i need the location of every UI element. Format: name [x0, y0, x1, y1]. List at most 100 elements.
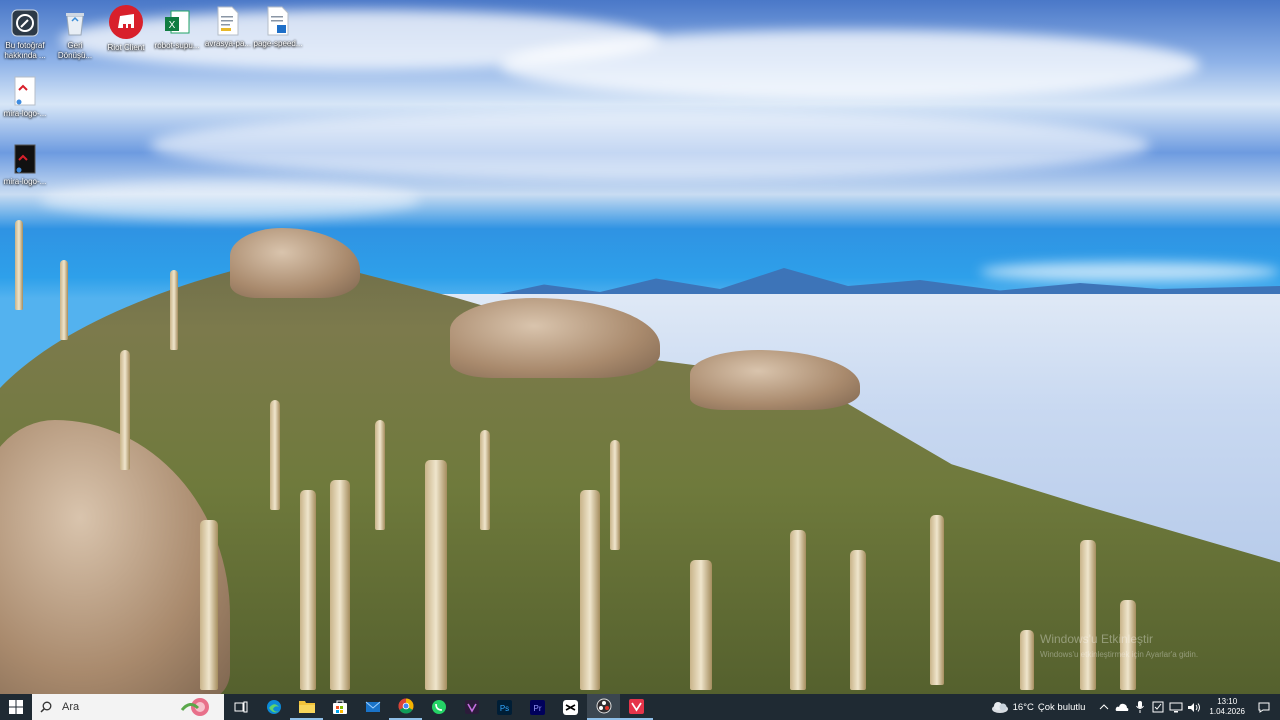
network-icon[interactable] [1168, 699, 1184, 715]
cactus [425, 460, 447, 690]
task-view-button[interactable] [224, 694, 257, 720]
cactus [690, 560, 712, 690]
image-file-icon [10, 144, 40, 174]
cactus [790, 530, 806, 690]
recycle-bin-icon [60, 8, 90, 38]
start-button[interactable] [0, 694, 32, 720]
whatsapp-icon [431, 700, 446, 714]
vsdc-icon [629, 698, 644, 714]
desktop-icon-mira-logo-1[interactable]: mira-logo-... [0, 76, 50, 119]
cloud [500, 30, 1200, 100]
notification-icon[interactable] [1256, 699, 1272, 715]
desktop-icon-label: Riot Client [107, 43, 145, 52]
cactus [580, 490, 600, 690]
cactus [1080, 540, 1096, 690]
photoshop-icon: Ps [497, 699, 512, 715]
desktop-icon-label: Geri Dönüşü... [57, 41, 93, 60]
search-box[interactable]: Ara [32, 694, 224, 720]
desktop-icon-label: mira-logo-... [3, 177, 47, 186]
weather-text: Çok bulutlu [1037, 701, 1086, 713]
desktop-icon-mira-logo-2[interactable]: mira-logo-... [0, 144, 50, 187]
cactus [930, 515, 944, 685]
image-file-icon [263, 6, 293, 36]
desktop-icon-spotlight[interactable]: Bu fotoğraf hakkında ... [0, 8, 50, 61]
taskbar-edge[interactable] [257, 694, 290, 720]
chevron-up-icon[interactable] [1096, 699, 1112, 715]
desktop-icon-recycle-bin[interactable]: Geri Dönüşü... [50, 8, 100, 61]
taskbar-capcut[interactable] [554, 694, 587, 720]
excel-file-icon: X [162, 8, 192, 38]
cactus [15, 220, 23, 310]
taskbar-vectr[interactable] [455, 694, 488, 720]
taskbar-file-explorer[interactable] [290, 694, 323, 720]
taskbar-mail[interactable] [356, 694, 389, 720]
svg-text:Ps: Ps [500, 704, 509, 713]
edge-icon [266, 700, 281, 714]
cloud [150, 110, 1150, 180]
rock [230, 228, 360, 298]
cloud [40, 180, 420, 220]
mail-icon [365, 701, 380, 712]
desktop-icon-label: page-speed... [253, 39, 303, 48]
taskbar-whatsapp[interactable] [422, 694, 455, 720]
clock-date: 1.04.2026 [1209, 707, 1245, 716]
cactus [200, 520, 218, 690]
cactus [170, 270, 178, 350]
taskbar-chrome[interactable] [389, 694, 422, 720]
desktop-icon-riot-client[interactable]: Riot Client [101, 4, 151, 53]
taskbar: Ara Ps Pr 16°C Çok bulutlu 13:10 1.04.20… [0, 694, 1280, 720]
desktop-icon-robot-supu[interactable]: X robot-supu... [152, 8, 202, 51]
weather-widget[interactable]: 16°C Çok bulutlu [991, 701, 1086, 713]
cactus [60, 260, 68, 340]
desktop-wallpaper: Windows'u Etkinleştir Windows'u etkinleş… [0, 0, 1280, 694]
clock[interactable]: 13:10 1.04.2026 [1209, 697, 1245, 717]
clock-time: 13:10 [1217, 697, 1238, 706]
activation-watermark-title: Windows'u Etkinleştir [1040, 632, 1153, 646]
image-file-icon [10, 76, 40, 106]
taskbar-photoshop[interactable]: Ps [488, 694, 521, 720]
chrome-icon [398, 698, 413, 714]
obs-icon [596, 698, 611, 714]
svg-text:Pr: Pr [534, 704, 542, 713]
taskbar-obs[interactable] [587, 694, 620, 720]
activation-watermark-text: Windows'u etkinleştirmek için Ayarlar'a … [1040, 650, 1199, 659]
volume-icon[interactable] [1186, 699, 1202, 715]
cloud-weather-icon [991, 702, 1008, 713]
riot-client-icon [108, 4, 144, 40]
cactus [850, 550, 866, 690]
camera-info-icon [10, 8, 40, 38]
cactus [1020, 630, 1034, 690]
desktop-icon-label: Bu fotoğraf hakkında ... [4, 41, 46, 60]
taskbar-store[interactable] [323, 694, 356, 720]
desktop-icon-label: robot-supu... [154, 41, 200, 50]
desktop-icon-avrasya-pa[interactable]: avrasya-pa... [203, 6, 253, 49]
cactus [610, 440, 620, 550]
text-file-icon [213, 6, 243, 36]
vectr-icon [464, 700, 479, 714]
premiere-icon: Pr [530, 699, 545, 715]
cloud [980, 262, 1280, 282]
search-icon [40, 701, 52, 713]
cactus [300, 490, 316, 690]
search-placeholder: Ara [62, 701, 80, 713]
security-icon[interactable] [1150, 699, 1166, 715]
cactus [120, 350, 130, 470]
system-tray: 16°C Çok bulutlu 13:10 1.04.2026 [991, 694, 1280, 720]
weather-temp: 16°C [1012, 701, 1034, 713]
task-view-icon [234, 701, 247, 713]
desktop-icon-page-speed[interactable]: page-speed... [253, 6, 303, 49]
cactus [480, 430, 490, 530]
svg-text:X: X [169, 20, 176, 31]
file-explorer-icon [298, 701, 315, 713]
taskbar-premiere[interactable]: Pr [521, 694, 554, 720]
capcut-icon [563, 699, 578, 715]
desktop-icon-label: mira-logo-... [3, 109, 47, 118]
search-highlight-icon [180, 698, 209, 716]
microphone-icon[interactable] [1132, 699, 1148, 715]
store-icon [332, 700, 347, 714]
start-icon [9, 700, 23, 714]
onedrive-icon[interactable] [1114, 699, 1130, 715]
desktop-icon-label: avrasya-pa... [204, 39, 252, 48]
cactus [270, 400, 280, 510]
taskbar-vsdc[interactable] [620, 694, 653, 720]
